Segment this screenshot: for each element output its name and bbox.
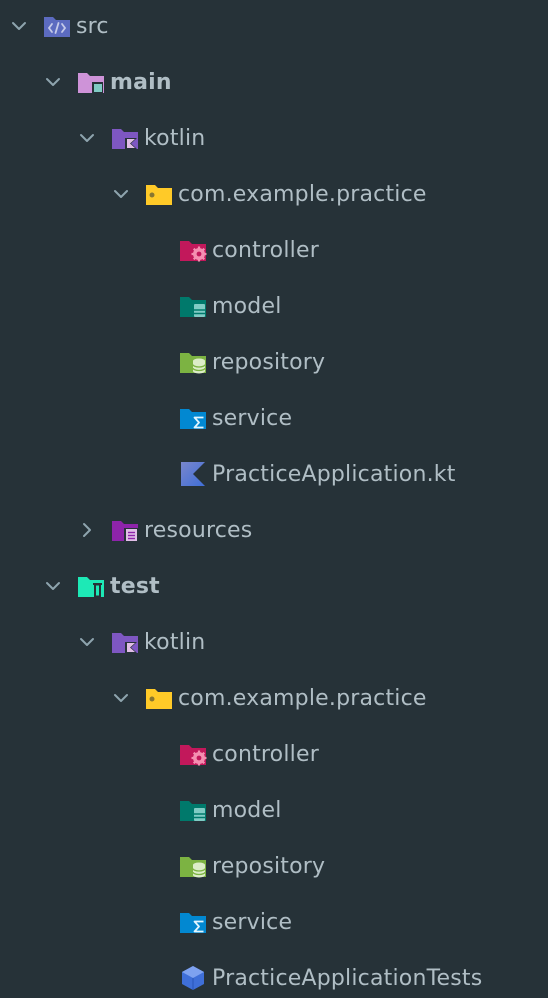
tree-row-main-kotlin[interactable]: kotlin — [0, 110, 548, 166]
tree-row-resources[interactable]: resources — [0, 502, 548, 558]
tree-label-main-repository: repository — [212, 349, 326, 375]
kotlin-file-icon — [178, 459, 208, 489]
tree-row-test-app-file[interactable]: PracticeApplicationTests — [0, 950, 548, 998]
module-folder-icon — [76, 67, 106, 97]
tree-row-test-controller[interactable]: controller — [0, 726, 548, 782]
chevron-down-icon[interactable] — [76, 127, 98, 149]
tree-label-main-kotlin: kotlin — [144, 125, 206, 151]
kotlin-source-folder-icon — [110, 627, 140, 657]
controller-folder-icon — [178, 739, 208, 769]
tree-label-test-kotlin: kotlin — [144, 629, 206, 655]
project-tree: src main kotlin com.example.practice con… — [0, 0, 548, 998]
service-folder-icon — [178, 403, 208, 433]
tree-label-main: main — [110, 69, 172, 95]
tree-label-test-controller: controller — [212, 741, 319, 767]
model-folder-icon — [178, 291, 208, 321]
chevron-down-icon[interactable] — [76, 631, 98, 653]
tree-label-main-controller: controller — [212, 237, 319, 263]
tree-row-test-repository[interactable]: repository — [0, 838, 548, 894]
repository-folder-icon — [178, 347, 208, 377]
tree-label-main-package: com.example.practice — [178, 181, 427, 207]
tree-row-main-service[interactable]: service — [0, 390, 548, 446]
chevron-down-icon[interactable] — [42, 575, 64, 597]
chevron-down-icon[interactable] — [8, 15, 30, 37]
tree-row-main-app-file[interactable]: PracticeApplication.kt — [0, 446, 548, 502]
tree-row-main[interactable]: main — [0, 54, 548, 110]
tree-label-test-repository: repository — [212, 853, 326, 879]
tree-label-main-model: model — [212, 293, 282, 319]
tree-label-test-service: service — [212, 909, 293, 935]
test-class-icon — [178, 963, 208, 993]
tree-row-main-model[interactable]: model — [0, 278, 548, 334]
tree-label-main-app-file: PracticeApplication.kt — [212, 461, 456, 487]
tree-row-test[interactable]: test — [0, 558, 548, 614]
tree-label-test-package: com.example.practice — [178, 685, 427, 711]
tree-row-test-model[interactable]: model — [0, 782, 548, 838]
model-folder-icon — [178, 795, 208, 825]
tree-row-test-service[interactable]: service — [0, 894, 548, 950]
tree-row-main-repository[interactable]: repository — [0, 334, 548, 390]
tree-row-src[interactable]: src — [0, 0, 548, 54]
controller-folder-icon — [178, 235, 208, 265]
test-folder-icon — [76, 571, 106, 601]
tree-row-test-kotlin[interactable]: kotlin — [0, 614, 548, 670]
resources-folder-icon — [110, 515, 140, 545]
tree-label-resources: resources — [144, 517, 253, 543]
chevron-down-icon[interactable] — [110, 183, 132, 205]
tree-row-main-package[interactable]: com.example.practice — [0, 166, 548, 222]
chevron-down-icon[interactable] — [42, 71, 64, 93]
tree-row-main-controller[interactable]: controller — [0, 222, 548, 278]
tree-label-test-model: model — [212, 797, 282, 823]
package-folder-icon — [144, 683, 174, 713]
tree-label-test: test — [110, 573, 160, 599]
tree-row-test-package[interactable]: com.example.practice — [0, 670, 548, 726]
chevron-down-icon[interactable] — [110, 687, 132, 709]
repository-folder-icon — [178, 851, 208, 881]
tree-label-test-app-file: PracticeApplicationTests — [212, 965, 483, 991]
tree-label-main-service: service — [212, 405, 293, 431]
tree-label-src: src — [76, 13, 109, 39]
service-folder-icon — [178, 907, 208, 937]
kotlin-source-folder-icon — [110, 123, 140, 153]
chevron-right-icon[interactable] — [76, 519, 98, 541]
package-folder-icon — [144, 179, 174, 209]
source-root-folder-icon — [42, 11, 72, 41]
